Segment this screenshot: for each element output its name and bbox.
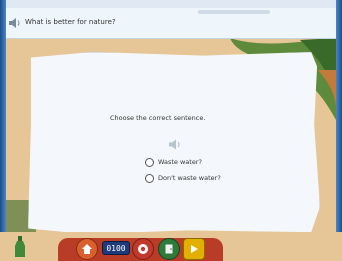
exit-button[interactable] (158, 238, 180, 260)
instruction-text: Choose the correct sentence. (110, 114, 206, 122)
left-frame-edge (0, 0, 6, 261)
bottle-icon[interactable] (14, 236, 26, 258)
speaker-icon[interactable] (167, 138, 183, 151)
home-icon (82, 244, 92, 254)
radio-button[interactable] (145, 157, 154, 167)
window-top-edge (0, 0, 342, 8)
home-button[interactable] (76, 238, 98, 260)
help-button[interactable] (132, 238, 154, 260)
option-dont-waste-water[interactable]: Don't waste water? (145, 172, 221, 184)
app-window: What is better for nature? Choose the co… (0, 0, 342, 261)
score-counter: 0100 (102, 241, 130, 255)
question-bar: What is better for nature? (6, 8, 336, 39)
speaker-icon[interactable] (8, 17, 22, 29)
play-icon (191, 245, 198, 253)
right-frame-edge (336, 0, 342, 261)
help-icon (138, 244, 148, 254)
option-label: Waste water? (158, 158, 202, 166)
option-label: Don't waste water? (158, 174, 221, 182)
scroll-track[interactable] (198, 10, 270, 14)
next-button[interactable] (183, 238, 205, 260)
question-text: What is better for nature? (25, 18, 116, 26)
radio-button[interactable] (145, 173, 154, 183)
door-icon (165, 244, 173, 254)
option-waste-water[interactable]: Waste water? (145, 156, 202, 168)
